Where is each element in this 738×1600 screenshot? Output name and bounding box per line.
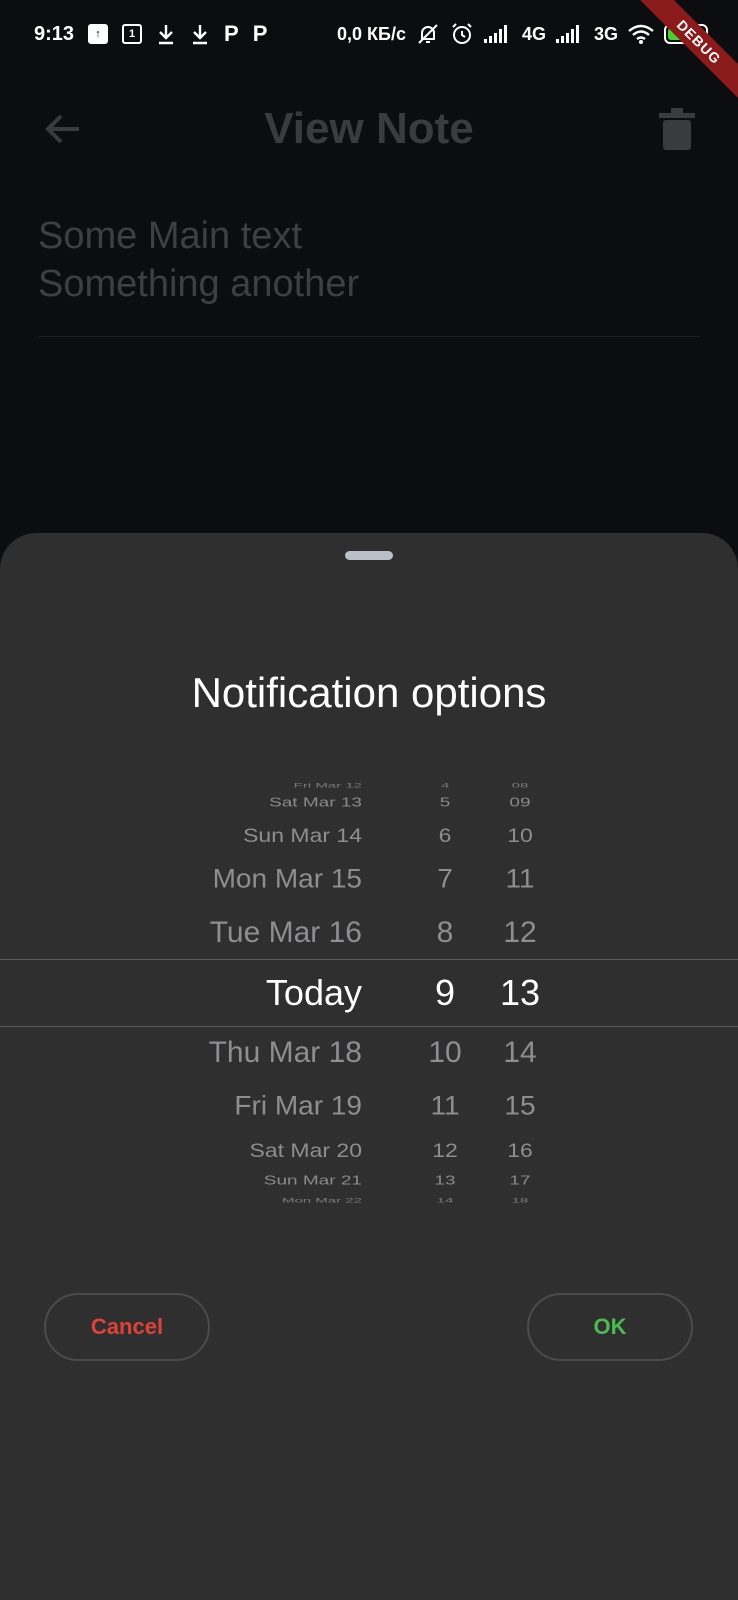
picker-hour: 6	[438, 823, 452, 846]
picker-minute: 16	[507, 1138, 533, 1161]
app-bar: View Note	[0, 80, 738, 180]
p-app-icon: P	[224, 21, 239, 46]
p-app-icon-2: P	[252, 21, 268, 46]
picker-day: Mon Mar 22	[281, 1196, 362, 1203]
wifi-icon	[628, 24, 654, 44]
note-line-2: Something another	[38, 263, 360, 305]
upload-notification-icon: ↑	[88, 24, 109, 44]
picker-row[interactable]: Mon Mar 22 14 18	[0, 1191, 738, 1203]
picker-row[interactable]: Sat Mar 20 12 16	[0, 1133, 738, 1167]
picker-hour: 4	[440, 781, 450, 789]
sheet-title: Notification options	[191, 669, 547, 716]
date-time-picker[interactable]: Fri Mar 12 4 08 Sat Mar 13 5 09 Sun Mar 14 6 10 M…	[0, 773, 738, 1203]
network-type-2: 3G	[593, 23, 618, 44]
picker-row[interactable]: Thu Mar 18 10 14	[0, 1033, 738, 1073]
picker-day: Mon Mar 15	[212, 863, 362, 894]
picker-minute: 08	[511, 781, 529, 789]
note-line-1: Some Main text	[38, 215, 302, 257]
picker-hour: 14	[436, 1196, 454, 1203]
selection-line-top	[0, 959, 738, 960]
picker-hour: 5	[439, 795, 451, 810]
picker-row[interactable]: Mon Mar 15 7 11	[0, 860, 738, 898]
note-text[interactable]: Some Main text Something another	[38, 212, 700, 308]
picker-minute: 09	[509, 795, 531, 810]
bottom-sheet: Notification options Fri Mar 12 4 08 Sat Ma…	[0, 533, 738, 1600]
mute-bell-icon	[416, 22, 440, 46]
signal-icon	[483, 25, 512, 43]
picker-minute: 10	[507, 823, 533, 846]
picker-hour: 11	[430, 1090, 460, 1121]
picker-hour: 8	[436, 916, 454, 949]
delete-button[interactable]	[652, 104, 702, 154]
download-icon-2	[190, 23, 210, 45]
picker-minute: 14	[503, 1036, 537, 1069]
picker-day: Fri Mar 12	[293, 781, 362, 789]
picker-minute: 13	[499, 972, 541, 1013]
picker-hour: 12	[432, 1138, 458, 1161]
picker-day: Sat Mar 20	[249, 1138, 363, 1161]
picker-minute: 12	[503, 916, 537, 949]
download-icon	[156, 23, 176, 45]
ok-button[interactable]: OK	[527, 1293, 693, 1361]
picker-minute: 15	[504, 1090, 536, 1121]
picker-row-selected[interactable]: Today 9 13	[0, 972, 738, 1013]
picker-minute: 11	[505, 863, 535, 894]
signal-icon-2	[555, 25, 584, 43]
sim-notification-icon: 1	[122, 24, 143, 44]
picker-row[interactable]: Sun Mar 14 6 10	[0, 818, 738, 852]
picker-day: Tue Mar 16	[209, 916, 362, 949]
picker-hour: 7	[437, 863, 453, 894]
divider	[38, 336, 700, 337]
status-bar: 9:13 ↑ 1 P P 0,0 КБ/с 4G 3G 9	[0, 0, 738, 68]
page-title: View Note	[264, 104, 474, 153]
picker-row[interactable]: Sat Mar 13 5 09	[0, 789, 738, 817]
cancel-button[interactable]: Cancel	[44, 1293, 210, 1361]
trash-icon	[659, 108, 695, 150]
picker-day: Sun Mar 14	[243, 823, 362, 846]
picker-row[interactable]: Fri Mar 19 11 15	[0, 1087, 738, 1125]
network-type-1: 4G	[521, 23, 546, 44]
drag-handle[interactable]	[345, 551, 393, 560]
picker-day: Sun Mar 21	[263, 1173, 362, 1188]
picker-minute: 18	[511, 1196, 529, 1203]
picker-day: Fri Mar 19	[234, 1090, 362, 1121]
alarm-icon	[450, 22, 474, 46]
picker-day: Today	[265, 972, 362, 1013]
picker-day: Thu Mar 18	[208, 1036, 362, 1069]
picker-hour: 9	[434, 972, 456, 1013]
picker-minute: 17	[509, 1173, 531, 1188]
network-speed: 0,0 КБ/с	[337, 23, 406, 44]
status-time: 9:13	[34, 22, 75, 45]
picker-day: Sat Mar 13	[269, 795, 362, 810]
selection-line-bottom	[0, 1026, 738, 1027]
picker-row[interactable]: Tue Mar 16 8 12	[0, 913, 738, 953]
picker-hour: 10	[428, 1036, 462, 1069]
picker-hour: 13	[434, 1173, 456, 1188]
